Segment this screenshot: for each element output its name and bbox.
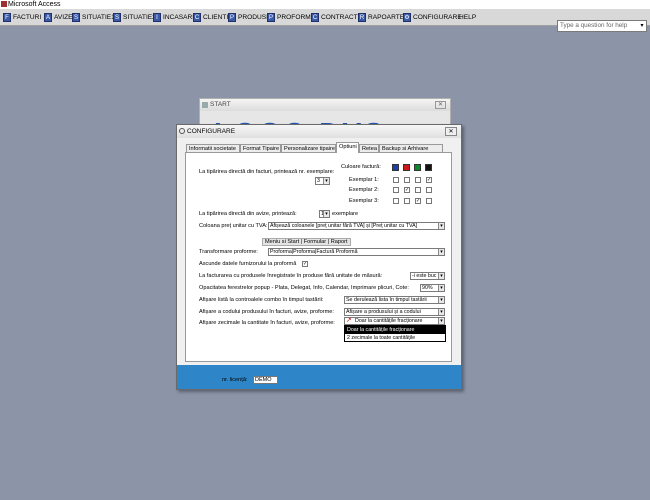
proforma-transform-label: Transformare proforme:: [199, 249, 258, 255]
window-icon: [179, 128, 185, 134]
decimals-select[interactable]: Doar la cantitățile fracționare ▾: [344, 317, 445, 325]
menu-item-avize[interactable]: A AVIZE: [44, 12, 73, 23]
swatch-green[interactable]: [414, 164, 421, 171]
menu-item-clienti[interactable]: C CLIENTI: [193, 12, 228, 23]
menu-item-proforme[interactable]: P PROFORME: [267, 12, 315, 23]
window-icon: [202, 102, 208, 108]
menu-start-group-header: Meniu si Start | Formular | Raport: [262, 238, 351, 246]
exemplar-color-checkbox[interactable]: [393, 198, 399, 204]
access-app-icon: [1, 1, 7, 7]
menu-item-facturi[interactable]: F FACTURI: [3, 12, 41, 23]
app-title-bar: Microsoft Access: [0, 0, 650, 9]
notice-copies-select[interactable]: 1▾: [319, 210, 330, 218]
notice-unit-label: exemplare: [332, 211, 359, 217]
exemplar-color-checkbox[interactable]: [393, 187, 399, 193]
exemplar-label: Exemplar 1:: [349, 177, 379, 183]
popup-opacity-select[interactable]: 90% ▾: [420, 284, 445, 292]
close-button[interactable]: ✕: [445, 127, 457, 136]
menu-item-rapoarte[interactable]: R RAPOARTE: [358, 12, 404, 23]
combo-list-label: Afișare listă la controalele combo în ti…: [199, 297, 324, 303]
mouse-cursor-icon: ➚: [346, 317, 352, 324]
license-field[interactable]: DEMO: [253, 376, 278, 384]
chevron-down-icon: ▾: [438, 309, 444, 315]
products-icon: P: [228, 12, 236, 22]
chevron-down-icon[interactable]: ▾: [638, 21, 646, 31]
product-code-label: Afișare a codului produsului în facturi,…: [199, 309, 334, 315]
exemplar-color-checkbox[interactable]: [415, 177, 421, 183]
dropdown-option[interactable]: Doar la cantitățile fracționare: [345, 326, 445, 334]
dropdown-option[interactable]: 2 zecimale la toate cantitățile: [345, 334, 445, 342]
config-dialog-titlebar: CONFIGURARE ✕: [177, 125, 461, 138]
invoice-color-label: Culoare factură:: [341, 164, 381, 170]
chevron-down-icon: ▾: [438, 223, 444, 229]
chevron-down-icon: ▾: [438, 249, 444, 255]
invoice-print-label: La tipărirea directă din facturi, printe…: [199, 169, 335, 175]
cash-icon: I: [153, 12, 161, 22]
exemplar-color-checkbox[interactable]: [404, 177, 410, 183]
invoice-copies-select[interactable]: 3 ▾: [315, 177, 330, 185]
exemplar-color-checkbox[interactable]: ✓: [415, 198, 421, 204]
reports-icon: R: [358, 12, 366, 22]
tab-optiuni[interactable]: Optiuni: [336, 142, 359, 153]
invoice-products-select[interactable]: -i este buc ▾: [410, 272, 445, 280]
menu-item-configurare[interactable]: ⚙ CONFIGURARE: [403, 12, 462, 23]
menu-item-incasari[interactable]: I INCASARI: [153, 12, 194, 23]
chevron-down-icon: ▾: [438, 318, 444, 324]
help-search-input[interactable]: Type a question for help ▾: [557, 20, 647, 32]
popup-opacity-label: Opacitatea ferestrelor popup - Plata, De…: [199, 285, 409, 291]
menu-item-situatie1[interactable]: S SITUATIE1: [72, 12, 115, 23]
notice-icon: A: [44, 12, 52, 22]
gear-icon: ⚙: [403, 12, 411, 22]
exemplar-color-checkbox[interactable]: ✓: [426, 177, 432, 183]
exemplar-color-checkbox[interactable]: [426, 198, 432, 204]
contract-icon: C: [311, 12, 319, 22]
exemplar-label: Exemplar 3:: [349, 198, 379, 204]
exemplar-color-checkbox[interactable]: [426, 187, 432, 193]
decimals-label: Afișare zecimale la cantitate în facturi…: [199, 320, 335, 326]
license-footer: [177, 365, 461, 389]
exemplar-color-checkbox[interactable]: [415, 187, 421, 193]
close-button[interactable]: ✕: [435, 101, 446, 109]
decimals-dropdown-list: Doar la cantitățile fracționare 2 zecima…: [344, 325, 446, 342]
menu-item-contracte[interactable]: C CONTRACTE: [311, 12, 362, 23]
chevron-down-icon: ▾: [323, 178, 329, 184]
chevron-down-icon: ▾: [438, 273, 444, 279]
product-code-select[interactable]: Afișare a produsului și a codului ▾: [344, 308, 445, 316]
vat-column-select[interactable]: Afișează coloanele [preț unitar fără TVA…: [268, 222, 445, 230]
invoice-icon: F: [3, 12, 11, 22]
combo-list-select[interactable]: Se derulează lista în timpul tastării ▾: [344, 296, 445, 304]
hide-supplier-checkbox[interactable]: ✓: [302, 261, 308, 267]
exemplar-label: Exemplar 2:: [349, 187, 379, 193]
swatch-red[interactable]: [403, 164, 410, 171]
report-icon: S: [72, 12, 80, 22]
swatch-blue[interactable]: [392, 164, 399, 171]
menu-item-situatie2[interactable]: S SITUATIE2: [113, 12, 156, 23]
exemplar-color-checkbox[interactable]: ✓: [404, 187, 410, 193]
vat-column-label: Coloana preț unitar cu TVA:: [199, 223, 268, 229]
proforma-icon: P: [267, 12, 275, 22]
menu-item-help[interactable]: HELP: [459, 12, 476, 23]
start-window-titlebar: START ✕: [200, 99, 450, 111]
exemplar-color-checkbox[interactable]: [393, 177, 399, 183]
menu-bar: F FACTURI A AVIZE S SITUATIE1 S SITUATIE2 II…: [0, 9, 650, 32]
menu-item-produse[interactable]: P PRODUSE: [228, 12, 271, 23]
license-label: nr. licență:: [222, 377, 248, 383]
exemplar-color-checkbox[interactable]: [404, 198, 410, 204]
notice-print-label: La tipărirea directă din avize, printeaz…: [199, 211, 297, 217]
swatch-black[interactable]: [425, 164, 432, 171]
hide-supplier-label: Ascunde datele furnizorului la proformă: [199, 261, 297, 267]
chevron-down-icon: ▾: [438, 297, 444, 303]
clients-icon: C: [193, 12, 201, 22]
report-icon: S: [113, 12, 121, 22]
chevron-down-icon: ▾: [323, 211, 329, 217]
chevron-down-icon: ▾: [438, 285, 444, 291]
app-title: Microsoft Access: [8, 1, 61, 8]
invoice-products-label: La facturarea cu produsele înregistrate …: [199, 273, 383, 279]
proforma-transform-select[interactable]: Proforma|Proforma|Factură Proformă ▾: [268, 248, 445, 256]
